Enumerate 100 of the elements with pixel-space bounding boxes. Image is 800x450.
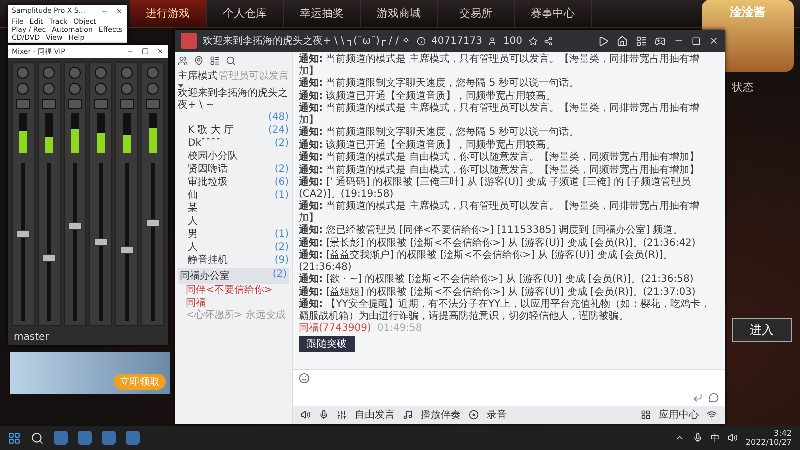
- user-item[interactable]: 同伴<不要信给你>: [186, 285, 273, 297]
- nav-tab[interactable]: 个人仓库: [207, 0, 284, 27]
- knob-icon[interactable]: [69, 67, 82, 79]
- knob-icon[interactable]: [146, 67, 159, 79]
- music-icon[interactable]: [403, 410, 413, 420]
- app-icon[interactable]: [126, 431, 140, 445]
- user-item[interactable]: 同福: [186, 298, 206, 310]
- knob-icon[interactable]: [120, 67, 133, 79]
- enter-icon[interactable]: [693, 393, 703, 403]
- mute-button[interactable]: [16, 99, 30, 109]
- knob-icon[interactable]: [69, 83, 82, 95]
- member-count: (2): [274, 242, 289, 254]
- knob-icon[interactable]: [43, 67, 56, 79]
- emoji-icon[interactable]: [299, 373, 310, 384]
- mute-button[interactable]: [120, 99, 134, 109]
- accompaniment-button[interactable]: 播放伴奏: [421, 408, 461, 422]
- channel-item[interactable]: 同福办公室: [180, 269, 230, 283]
- expand-icon[interactable]: [178, 84, 184, 88]
- channel-item[interactable]: 仙: [188, 190, 198, 202]
- free-speech-button[interactable]: 自由发言: [355, 408, 395, 422]
- message-input[interactable]: [293, 369, 725, 406]
- ime-indicator[interactable]: 中: [710, 432, 720, 444]
- notice-message: 通知: [益姐姐] 的权限被 [淦斯<不会信给你>] 从 [游客(U)] 变成 [会员(R)]。(21:37:03): [299, 286, 697, 298]
- channel-item[interactable]: 男: [188, 229, 198, 241]
- apps-icon[interactable]: [641, 410, 651, 420]
- level-meter: [71, 113, 80, 153]
- notice-message: 通知: 该频道已开通【全频道音质】，同频带宽占用较高。: [299, 90, 558, 102]
- close-icon[interactable]: [116, 8, 123, 14]
- channel-item[interactable]: 静音挂机: [188, 255, 228, 267]
- channel-item[interactable]: 欢迎来到李拓海的虎头之夜+ \ ~: [178, 88, 289, 112]
- app-center-button[interactable]: 应用中心: [659, 408, 699, 422]
- channel-item[interactable]: 人: [188, 242, 198, 254]
- knob-icon[interactable]: [94, 83, 107, 95]
- card-button[interactable]: 跟随突破: [299, 336, 355, 352]
- knob-icon[interactable]: [120, 83, 133, 95]
- maximize-icon[interactable]: [142, 48, 149, 55]
- notice-message: 通知: 【YY安全提醒】近期，有不法分子在YY上，以应用平台充值礼物（如：樱花，吃鸡卡，霸服战机箱）为由进行诈骗，请提高防范意识，切勿轻信他人，谨防被骗。: [299, 299, 712, 322]
- volume-icon[interactable]: [728, 433, 738, 443]
- gamepad-icon[interactable]: [655, 36, 666, 46]
- app-icon[interactable]: [54, 431, 68, 445]
- knob-icon[interactable]: [17, 83, 30, 95]
- nav-tab[interactable]: 幸运抽奖: [284, 0, 361, 27]
- chat-icon[interactable]: [709, 393, 719, 403]
- users-icon[interactable]: [178, 56, 188, 66]
- fader-handle[interactable]: [68, 222, 82, 230]
- channel-item[interactable]: 审批垃圾: [188, 177, 228, 189]
- fader-handle[interactable]: [146, 219, 160, 228]
- level-meter: [122, 113, 131, 153]
- list-icon[interactable]: [636, 36, 647, 46]
- start-icon[interactable]: [8, 432, 21, 444]
- knob-icon[interactable]: [17, 67, 30, 79]
- notice-message: 通知: 当前频道的模式是 自由模式，你可以随意发言。【海量类，同频带宽占用抽有增加】: [299, 164, 700, 176]
- member-count: (24): [268, 125, 289, 137]
- close-icon[interactable]: [709, 36, 719, 46]
- knob-icon[interactable]: [43, 83, 56, 95]
- home-icon[interactable]: [617, 36, 628, 46]
- channel-row[interactable]: 同福办公室 (2): [178, 268, 289, 284]
- member-count: (2): [272, 269, 287, 282]
- enter-button[interactable]: 进入: [732, 318, 792, 342]
- close-icon[interactable]: [157, 48, 164, 55]
- search-icon[interactable]: [226, 56, 236, 66]
- nav-tab[interactable]: 赛事中心: [515, 0, 592, 27]
- nav-tab[interactable]: 进行游戏: [130, 0, 207, 27]
- speaker-icon[interactable]: [301, 410, 311, 420]
- level-meter: [45, 113, 54, 153]
- channel-item[interactable]: 校园小分队: [188, 151, 238, 163]
- share-icon[interactable]: [544, 36, 553, 46]
- search-icon[interactable]: [31, 432, 44, 444]
- fader-handle[interactable]: [120, 246, 134, 254]
- channel-item[interactable]: K 歌 大 厅: [188, 125, 234, 137]
- knob-icon[interactable]: [94, 67, 107, 79]
- app-icon[interactable]: [102, 431, 116, 445]
- record-icon[interactable]: [469, 410, 479, 420]
- record-button[interactable]: 录音: [487, 408, 507, 422]
- fader-handle[interactable]: [94, 238, 108, 246]
- mute-button[interactable]: [146, 99, 160, 109]
- sliders-icon[interactable]: [337, 410, 347, 420]
- channel-item[interactable]: Dk˜˜˜˜: [188, 138, 222, 150]
- channel-item[interactable]: 贤因嗨话: [188, 164, 228, 176]
- notice-message: 通知: 当前频道限制文字聊天速度，您每隔 5 秒可以说一句话。: [299, 127, 580, 138]
- list-icon[interactable]: [210, 56, 220, 66]
- fader-handle[interactable]: [42, 254, 56, 262]
- star-icon[interactable]: [528, 36, 538, 46]
- clock[interactable]: 3:42 2022/10/27: [746, 429, 792, 447]
- notice-message: 通知: [' 通码码] 的权限被 [三俺三叶] 从 [游客(U)] 变成 子频道 [三俺] 的 [子频道管理员(CA2)]。(19:19:58): [299, 177, 692, 200]
- mute-button[interactable]: [94, 99, 108, 109]
- mute-button[interactable]: [42, 99, 56, 109]
- mic-icon[interactable]: [319, 410, 329, 420]
- mute-button[interactable]: [68, 99, 82, 109]
- fader-handle[interactable]: [16, 230, 30, 238]
- pin-icon[interactable]: [194, 56, 204, 66]
- message-time: 01:49:58: [377, 323, 422, 334]
- mode-note: 管理员可以发言: [219, 70, 289, 83]
- app-icon[interactable]: [78, 431, 92, 445]
- mic-icon[interactable]: [692, 433, 703, 443]
- nav-tab[interactable]: 游戏商城: [361, 0, 438, 27]
- channel-item[interactable]: 某: [188, 203, 198, 215]
- channel-item[interactable]: 人: [188, 216, 198, 228]
- nav-tab[interactable]: 交易所: [438, 0, 515, 27]
- knob-icon[interactable]: [146, 83, 159, 95]
